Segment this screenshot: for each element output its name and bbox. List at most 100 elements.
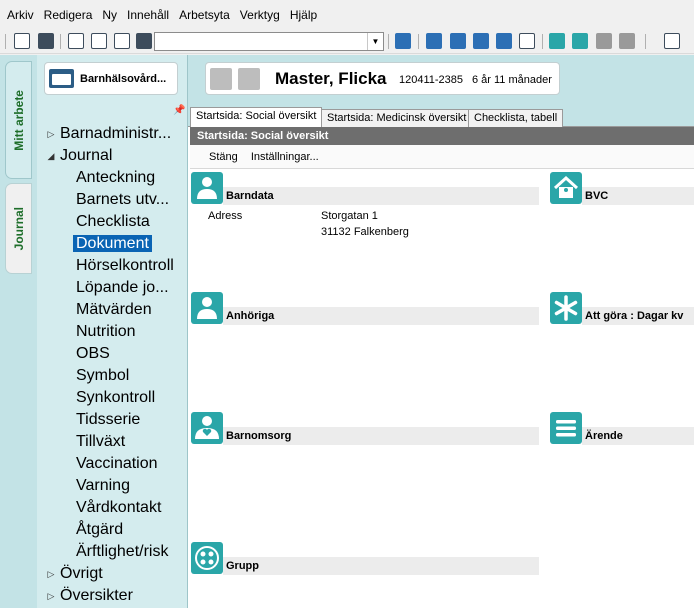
pin-icon[interactable]: 📌 xyxy=(173,105,185,116)
panel-icon[interactable] xyxy=(664,33,680,49)
chevron-down-icon[interactable]: ▼ xyxy=(367,33,383,50)
menu-innehall[interactable]: Innehåll xyxy=(122,0,174,30)
close-button[interactable]: Stäng xyxy=(209,151,238,163)
tab-label: Startsida: Social översikt xyxy=(196,110,317,122)
tab-medicinsk-oversikt[interactable]: Startsida: Medicinsk översikt xyxy=(321,109,473,128)
patient-combo[interactable]: ▼ xyxy=(154,32,384,51)
window-icon[interactable] xyxy=(519,33,535,49)
search-icon[interactable] xyxy=(14,33,30,49)
tree-node-oversikter[interactable]: ▷ Översikter xyxy=(37,585,188,607)
tree-item-synkontroll[interactable]: Synkontroll xyxy=(76,387,155,409)
collapse-arrow-icon[interactable]: ◢ xyxy=(46,145,56,167)
section-bvc: BVC xyxy=(550,172,694,206)
user-icon[interactable] xyxy=(136,33,152,49)
tree-item-label: Hörselkontroll xyxy=(76,257,174,274)
tree-item-label: Dokument xyxy=(73,235,152,252)
tree-node-ovrigt[interactable]: ▷ Övrigt xyxy=(37,563,188,585)
page-title: Startsida: Social översikt xyxy=(190,127,694,145)
tab-label: Checklista, tabell xyxy=(474,112,558,124)
tree-item-label: Barnets utv... xyxy=(76,191,170,208)
toolbar-separator xyxy=(645,34,646,49)
tree-item-vardkontakt[interactable]: Vårdkontakt xyxy=(76,497,161,519)
puzzle-icon[interactable] xyxy=(596,33,612,49)
image-icon[interactable] xyxy=(619,33,635,49)
tree-item-label: Mätvärden xyxy=(76,301,152,318)
tree-item-dokument[interactable]: Dokument xyxy=(73,233,152,255)
tree-item-label: Åtgärd xyxy=(76,521,124,538)
content-area: Master, Flicka 120411-2385 6 år 11 månad… xyxy=(188,55,694,608)
child-icon xyxy=(191,172,223,204)
tree-item-tillvaxt[interactable]: Tillväxt xyxy=(76,431,125,453)
toolbar-separator xyxy=(542,34,543,49)
tree-item-horselkontroll[interactable]: Hörselkontroll xyxy=(76,255,174,277)
tree-node-journal[interactable]: ◢ Journal xyxy=(37,145,188,167)
mail-icon[interactable] xyxy=(549,33,565,49)
toolbar-separator xyxy=(418,34,419,49)
print-icon[interactable] xyxy=(68,33,84,49)
star-icon[interactable] xyxy=(572,33,588,49)
menu-verktyg[interactable]: Verktyg xyxy=(235,0,285,30)
tree-item-matvarden[interactable]: Mätvärden xyxy=(76,299,152,321)
overview-tabs: Startsida: Social översikt Startsida: Me… xyxy=(188,107,694,128)
tree-item-arftlighet-risk[interactable]: Ärftlighet/risk xyxy=(76,541,168,563)
section-anhoriga: Anhöriga xyxy=(191,292,539,326)
columns-icon[interactable] xyxy=(473,33,489,49)
tab-label: Startsida: Medicinsk översikt xyxy=(327,112,467,124)
asterisk-icon xyxy=(550,292,582,324)
tree-item-atgard[interactable]: Åtgärd xyxy=(76,519,123,541)
expand-arrow-icon[interactable]: ▷ xyxy=(46,585,56,607)
expand-icon[interactable] xyxy=(426,33,442,49)
rows-icon[interactable] xyxy=(496,33,512,49)
refresh-icon[interactable] xyxy=(395,33,411,49)
menu-redigera[interactable]: Redigera xyxy=(39,0,98,30)
toolbar: ▼ xyxy=(0,30,694,54)
tree-item-lopande-journal[interactable]: Löpande jo... xyxy=(76,277,169,299)
tree-item-vaccination[interactable]: Vaccination xyxy=(76,453,158,475)
tree-item-symbol[interactable]: Symbol xyxy=(76,365,129,387)
tree-item-label: Vaccination xyxy=(76,455,158,472)
toolbar-grip xyxy=(5,34,6,49)
patient-card-icon[interactable] xyxy=(238,68,260,90)
tree-node-label: Journal xyxy=(60,147,113,164)
group-icon xyxy=(191,542,223,574)
menu-ny[interactable]: Ny xyxy=(97,0,122,30)
close-icon[interactable] xyxy=(38,33,54,49)
tree-node-barnadministration[interactable]: ▷ Barnadministr... xyxy=(37,123,188,145)
tree-item-nutrition[interactable]: Nutrition xyxy=(76,321,136,343)
menu-arkiv[interactable]: Arkiv xyxy=(2,0,39,30)
tree-item-checklista[interactable]: Checklista xyxy=(76,211,150,233)
tree-item-varning[interactable]: Varning xyxy=(76,475,130,497)
home-icon[interactable] xyxy=(210,68,232,90)
tab-mitt-arbete[interactable]: Mitt arbete xyxy=(5,61,32,179)
tree-item-anteckning[interactable]: Anteckning xyxy=(76,167,155,189)
tab-journal[interactable]: Journal xyxy=(5,183,32,274)
section-title: Barndata xyxy=(223,187,539,205)
address-postal: 31132 Falkenberg xyxy=(321,226,409,238)
tab-social-oversikt[interactable]: Startsida: Social översikt xyxy=(190,107,323,128)
document-icon[interactable] xyxy=(114,33,130,49)
tree-item-tidsserie[interactable]: Tidsserie xyxy=(76,409,140,431)
expand-arrow-icon[interactable]: ▷ xyxy=(46,563,56,585)
tree-item-label: OBS xyxy=(76,345,110,362)
section-title: Ärende xyxy=(582,427,694,445)
address-street: Storgatan 1 xyxy=(321,210,378,222)
tree-item-label: Löpande jo... xyxy=(76,279,169,296)
tree-item-label: Symbol xyxy=(76,367,130,384)
tree-item-obs[interactable]: OBS xyxy=(76,343,110,365)
unit-selector[interactable]: Barnhälsovård... xyxy=(44,62,178,95)
tree-item-label: Checklista xyxy=(76,213,150,230)
menu-arbetsyta[interactable]: Arbetsyta xyxy=(174,0,235,30)
section-att-gora: Att göra : Dagar kv xyxy=(550,292,694,326)
menu-hjalp[interactable]: Hjälp xyxy=(285,0,322,30)
tab-checklista-tabell[interactable]: Checklista, tabell xyxy=(468,109,564,128)
grid-icon[interactable] xyxy=(450,33,466,49)
expand-arrow-icon[interactable]: ▷ xyxy=(46,123,56,145)
settings-button[interactable]: Inställningar... xyxy=(251,151,319,163)
tree-item-label: Synkontroll xyxy=(76,389,156,406)
tree-item-barnets-utveckling[interactable]: Barnets utv... xyxy=(76,189,169,211)
tree-item-label: Ärftlighet/risk xyxy=(76,543,169,560)
tree-item-label: Anteckning xyxy=(76,169,156,186)
copy-icon[interactable] xyxy=(91,33,107,49)
section-barndata: Barndata xyxy=(191,172,539,206)
house-icon xyxy=(550,172,582,204)
